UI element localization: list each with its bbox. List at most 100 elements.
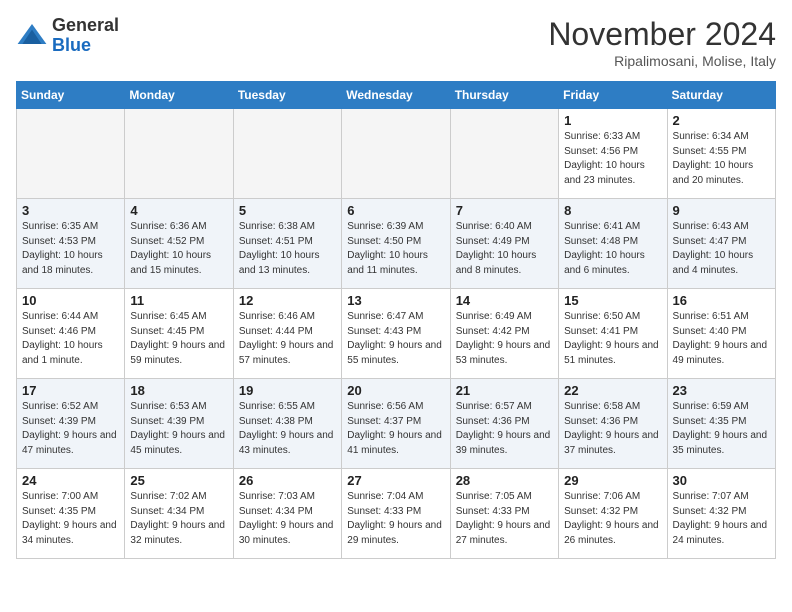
day-info: Sunrise: 6:45 AM Sunset: 4:45 PM Dayligh… (130, 310, 227, 368)
calendar-cell: 6 Sunrise: 6:39 AM Sunset: 4:50 PM Daylig… (342, 199, 450, 289)
calendar-cell: 18 Sunrise: 6:53 AM Sunset: 4:39 PM Dayli… (125, 379, 233, 469)
day-info: Sunrise: 6:56 AM Sunset: 4:37 PM Dayligh… (347, 400, 444, 458)
day-number: 12 (239, 293, 336, 308)
col-header-thursday: Thursday (450, 82, 558, 109)
logo-icon (16, 20, 48, 52)
calendar-cell (233, 109, 341, 199)
day-info: Sunrise: 6:53 AM Sunset: 4:39 PM Dayligh… (130, 400, 227, 458)
day-info: Sunrise: 7:07 AM Sunset: 4:32 PM Dayligh… (673, 490, 770, 548)
day-info: Sunrise: 6:47 AM Sunset: 4:43 PM Dayligh… (347, 310, 444, 368)
calendar-cell: 9 Sunrise: 6:43 AM Sunset: 4:47 PM Daylig… (667, 199, 775, 289)
day-info: Sunrise: 6:38 AM Sunset: 4:51 PM Dayligh… (239, 220, 336, 278)
calendar-cell (125, 109, 233, 199)
col-header-wednesday: Wednesday (342, 82, 450, 109)
day-number: 7 (456, 203, 553, 218)
day-info: Sunrise: 6:44 AM Sunset: 4:46 PM Dayligh… (22, 310, 119, 368)
calendar-cell: 8 Sunrise: 6:41 AM Sunset: 4:48 PM Daylig… (559, 199, 667, 289)
calendar-cell: 4 Sunrise: 6:36 AM Sunset: 4:52 PM Daylig… (125, 199, 233, 289)
day-number: 14 (456, 293, 553, 308)
day-number: 25 (130, 473, 227, 488)
day-number: 15 (564, 293, 661, 308)
calendar-cell: 24Sunrise: 7:00 AM Sunset: 4:35 PM Dayli… (17, 469, 125, 559)
day-number: 16 (673, 293, 770, 308)
day-number: 18 (130, 383, 227, 398)
calendar-cell: 13 Sunrise: 6:47 AM Sunset: 4:43 PM Dayli… (342, 289, 450, 379)
day-info: Sunrise: 6:39 AM Sunset: 4:50 PM Dayligh… (347, 220, 444, 278)
logo-general: General (52, 15, 119, 35)
day-number: 13 (347, 293, 444, 308)
day-number: 10 (22, 293, 119, 308)
day-info: Sunrise: 6:41 AM Sunset: 4:48 PM Dayligh… (564, 220, 661, 278)
calendar-cell: 5 Sunrise: 6:38 AM Sunset: 4:51 PM Daylig… (233, 199, 341, 289)
day-info: Sunrise: 6:51 AM Sunset: 4:40 PM Dayligh… (673, 310, 770, 368)
col-header-saturday: Saturday (667, 82, 775, 109)
calendar-week-1: 1 Sunrise: 6:33 AM Sunset: 4:56 PM Daylig… (17, 109, 776, 199)
day-info: Sunrise: 6:43 AM Sunset: 4:47 PM Dayligh… (673, 220, 770, 278)
day-info: Sunrise: 6:55 AM Sunset: 4:38 PM Dayligh… (239, 400, 336, 458)
day-info: Sunrise: 6:57 AM Sunset: 4:36 PM Dayligh… (456, 400, 553, 458)
title-block: November 2024 Ripalimosani, Molise, Ital… (548, 16, 776, 69)
day-info: Sunrise: 6:36 AM Sunset: 4:52 PM Dayligh… (130, 220, 227, 278)
calendar-cell: 12Sunrise: 6:46 AM Sunset: 4:44 PM Dayli… (233, 289, 341, 379)
day-number: 11 (130, 293, 227, 308)
logo: General Blue (16, 16, 119, 56)
calendar-cell: 16 Sunrise: 6:51 AM Sunset: 4:40 PM Dayli… (667, 289, 775, 379)
day-number: 6 (347, 203, 444, 218)
col-header-tuesday: Tuesday (233, 82, 341, 109)
day-info: Sunrise: 7:02 AM Sunset: 4:34 PM Dayligh… (130, 490, 227, 548)
calendar-cell: 29Sunrise: 7:06 AM Sunset: 4:32 PM Dayli… (559, 469, 667, 559)
calendar-cell: 2 Sunrise: 6:34 AM Sunset: 4:55 PM Daylig… (667, 109, 775, 199)
col-header-friday: Friday (559, 82, 667, 109)
logo-blue: Blue (52, 35, 91, 55)
calendar-cell: 26Sunrise: 7:03 AM Sunset: 4:34 PM Dayli… (233, 469, 341, 559)
day-number: 5 (239, 203, 336, 218)
calendar-week-2: 3 Sunrise: 6:35 AM Sunset: 4:53 PM Daylig… (17, 199, 776, 289)
day-info: Sunrise: 6:40 AM Sunset: 4:49 PM Dayligh… (456, 220, 553, 278)
day-info: Sunrise: 6:50 AM Sunset: 4:41 PM Dayligh… (564, 310, 661, 368)
day-info: Sunrise: 6:33 AM Sunset: 4:56 PM Dayligh… (564, 130, 661, 188)
day-number: 20 (347, 383, 444, 398)
day-info: Sunrise: 6:35 AM Sunset: 4:53 PM Dayligh… (22, 220, 119, 278)
calendar-cell (450, 109, 558, 199)
day-number: 9 (673, 203, 770, 218)
calendar-cell: 28 Sunrise: 7:05 AM Sunset: 4:33 PM Dayli… (450, 469, 558, 559)
calendar-cell: 20 Sunrise: 6:56 AM Sunset: 4:37 PM Dayli… (342, 379, 450, 469)
day-info: Sunrise: 6:34 AM Sunset: 4:55 PM Dayligh… (673, 130, 770, 188)
calendar-cell: 1 Sunrise: 6:33 AM Sunset: 4:56 PM Daylig… (559, 109, 667, 199)
day-number: 24 (22, 473, 119, 488)
calendar-cell: 11 Sunrise: 6:45 AM Sunset: 4:45 PM Dayli… (125, 289, 233, 379)
col-header-monday: Monday (125, 82, 233, 109)
day-number: 2 (673, 113, 770, 128)
calendar-cell: 25 Sunrise: 7:02 AM Sunset: 4:34 PM Dayli… (125, 469, 233, 559)
location-subtitle: Ripalimosani, Molise, Italy (548, 53, 776, 69)
day-info: Sunrise: 7:04 AM Sunset: 4:33 PM Dayligh… (347, 490, 444, 548)
day-number: 30 (673, 473, 770, 488)
day-info: Sunrise: 6:52 AM Sunset: 4:39 PM Dayligh… (22, 400, 119, 458)
day-number: 28 (456, 473, 553, 488)
day-info: Sunrise: 7:05 AM Sunset: 4:33 PM Dayligh… (456, 490, 553, 548)
calendar-cell: 19 Sunrise: 6:55 AM Sunset: 4:38 PM Dayli… (233, 379, 341, 469)
calendar-week-3: 10 Sunrise: 6:44 AM Sunset: 4:46 PM Dayli… (17, 289, 776, 379)
day-info: Sunrise: 6:59 AM Sunset: 4:35 PM Dayligh… (673, 400, 770, 458)
day-number: 26 (239, 473, 336, 488)
calendar-cell: 7 Sunrise: 6:40 AM Sunset: 4:49 PM Daylig… (450, 199, 558, 289)
day-number: 17 (22, 383, 119, 398)
calendar-cell: 23 Sunrise: 6:59 AM Sunset: 4:35 PM Dayli… (667, 379, 775, 469)
month-title: November 2024 (548, 16, 776, 53)
day-number: 4 (130, 203, 227, 218)
day-number: 8 (564, 203, 661, 218)
day-number: 1 (564, 113, 661, 128)
day-number: 23 (673, 383, 770, 398)
day-number: 29 (564, 473, 661, 488)
calendar-week-4: 17 Sunrise: 6:52 AM Sunset: 4:39 PM Dayli… (17, 379, 776, 469)
calendar-cell: 27Sunrise: 7:04 AM Sunset: 4:33 PM Dayli… (342, 469, 450, 559)
calendar-cell: 3 Sunrise: 6:35 AM Sunset: 4:53 PM Daylig… (17, 199, 125, 289)
calendar-header-row: SundayMondayTuesdayWednesdayThursdayFrid… (17, 82, 776, 109)
calendar-cell: 21Sunrise: 6:57 AM Sunset: 4:36 PM Dayli… (450, 379, 558, 469)
day-number: 19 (239, 383, 336, 398)
calendar-cell: 14Sunrise: 6:49 AM Sunset: 4:42 PM Dayli… (450, 289, 558, 379)
calendar-table: SundayMondayTuesdayWednesdayThursdayFrid… (16, 81, 776, 559)
calendar-cell: 22Sunrise: 6:58 AM Sunset: 4:36 PM Dayli… (559, 379, 667, 469)
calendar-cell: 10 Sunrise: 6:44 AM Sunset: 4:46 PM Dayli… (17, 289, 125, 379)
day-number: 3 (22, 203, 119, 218)
